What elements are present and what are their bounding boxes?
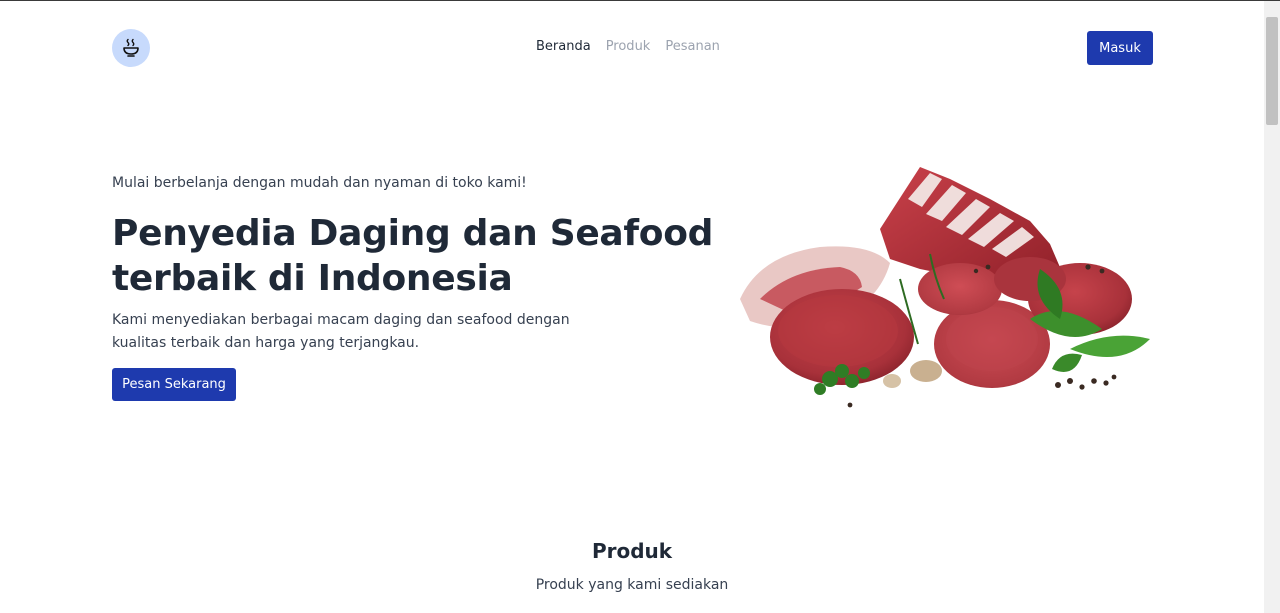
garlic-clove: [910, 360, 942, 382]
description-line-1: Kami menyediakan berbagai macam daging d…: [112, 312, 570, 328]
page-scrollbar[interactable]: [1264, 1, 1280, 613]
hero-description: Kami menyediakan berbagai macam daging d…: [112, 309, 572, 355]
logo[interactable]: [112, 29, 150, 67]
bowl-icon: [123, 38, 139, 57]
main-nav: Beranda Produk Pesanan: [536, 39, 720, 54]
products-section-title: Produk: [591, 539, 673, 563]
hero-headline: Penyedia Daging dan Seafood terbaik di I…: [112, 211, 714, 301]
headline-line-1: Penyedia Daging dan Seafood: [112, 213, 714, 254]
order-now-button[interactable]: Pesan Sekarang: [112, 368, 236, 401]
scrollbar-thumb[interactable]: [1266, 17, 1278, 125]
login-button[interactable]: Masuk: [1087, 31, 1153, 65]
description-line-2: kualitas terbaik dan harga yang terjangk…: [112, 335, 420, 351]
nav-link-produk[interactable]: Produk: [606, 39, 651, 54]
nav-link-beranda[interactable]: Beranda: [536, 39, 591, 54]
landing-page: Beranda Produk Pesanan Masuk Mulai berbe…: [0, 1, 1264, 613]
hero-tagline: Mulai berbelanja dengan mudah dan nyaman…: [112, 175, 527, 191]
hero-meat-image: [740, 167, 1150, 408]
nav-link-pesanan[interactable]: Pesanan: [665, 39, 720, 54]
headline-line-2: terbaik di Indonesia: [112, 258, 513, 299]
products-section-subtitle: Produk yang kami sediakan: [535, 577, 729, 593]
